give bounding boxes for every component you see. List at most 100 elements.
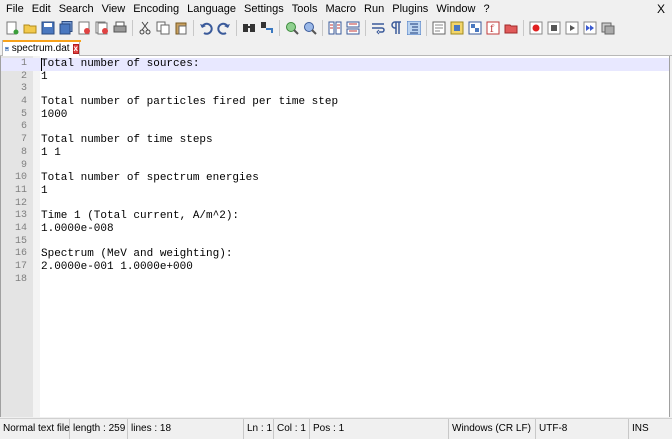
show-all-characters-button[interactable] [388,20,404,36]
open-file-button[interactable] [22,20,38,36]
status-col: Col : 1 [274,419,310,439]
editor-line[interactable]: 17 2.0000e-001 1.0000e+000 [1,261,669,274]
tab-spectrum-dat[interactable]: spectrum.dat x [2,40,81,56]
print-icon [113,21,127,33]
close-icon [78,21,90,35]
run-macro-multiple-icon [583,21,597,35]
word-wrap-button[interactable] [370,20,386,36]
status-insert-mode[interactable]: INS [629,419,672,439]
toolbar-separator [236,20,237,36]
toolbar-separator [193,20,194,36]
open-file-icon [23,24,37,34]
user-language-icon [432,21,446,35]
redo-button[interactable] [216,20,232,36]
line-number: 10 [14,172,27,184]
editor-line[interactable]: 9 [1,160,669,173]
find-button[interactable] [241,20,257,36]
monitoring-button[interactable] [503,20,519,36]
copy-button[interactable] [155,20,171,36]
tab-close-button[interactable]: x [72,43,79,54]
save-all-button[interactable] [58,20,74,36]
editor-line[interactable]: 4 Total number of particles fired per tim… [1,96,669,109]
save-macro-icon [601,22,615,35]
line-number: 15 [14,235,27,247]
sync-vertical-icon [328,21,342,35]
save-macro-button[interactable] [600,20,616,36]
status-file-type: Normal text file [0,419,70,439]
sync-horizontal-icon [346,21,360,35]
new-file-button[interactable] [4,20,20,36]
editor-line[interactable]: 16 Spectrum (MeV and weighting): [1,248,669,261]
close-all-icon [95,21,108,35]
playback-macro-button[interactable] [564,20,580,36]
monitoring-icon [504,24,518,34]
function-list-button[interactable] [467,20,483,36]
playback-macro-icon [565,21,579,35]
paste-button[interactable] [173,20,189,36]
status-pos: Pos : 1 [310,419,449,439]
close-window-button[interactable]: X [657,1,665,18]
toolbar-separator [132,20,133,36]
line-number: 1 [20,58,27,69]
function-list-icon [468,21,482,35]
close-all-button[interactable] [94,20,110,36]
zoom-out-button[interactable] [302,20,318,36]
record-macro-button[interactable] [528,20,544,36]
status-eol[interactable]: Windows (CR LF) [449,419,536,439]
editor-line[interactable]: 18 [1,274,669,287]
editor-line[interactable]: 13 Time 1 (Total current, A/m^2): [1,210,669,223]
editor-line[interactable]: 7 Total number of time steps [1,134,669,147]
sync-horizontal-button[interactable] [345,20,361,36]
run-macro-multiple-button[interactable] [582,20,598,36]
stop-recording-button[interactable] [546,20,562,36]
save-icon [41,21,55,35]
line-number: 9 [20,159,27,171]
line-text: 1.0000e-008 [41,222,114,235]
undo-icon [200,22,213,35]
file-saved-icon [5,46,9,51]
line-text: 1000 [41,108,68,121]
close-button[interactable] [76,20,92,36]
record-macro-icon [529,21,543,35]
user-language-button[interactable] [431,20,447,36]
toolbar-separator [426,20,427,36]
cut-button[interactable] [137,20,153,36]
word-wrap-icon [372,23,385,35]
document-map-button[interactable] [449,20,465,36]
active-tab-indicator [3,40,81,42]
line-text: Total number of time steps [41,134,213,147]
line-text: 1 [41,184,48,197]
editor-line[interactable]: 1 Total number of sources: [1,58,669,71]
editor-line[interactable]: 21 [1,71,669,84]
save-all-icon [59,21,73,35]
editor-line[interactable]: 10 Total number of spectrum energies [1,172,669,185]
editor-line[interactable]: 15 [1,236,669,249]
zoom-in-button[interactable] [284,20,300,36]
indent-guide-button[interactable] [406,20,422,36]
editor-line[interactable]: 8 1 1 [1,147,669,160]
editor-line[interactable]: 11 1 [1,185,669,198]
sync-vertical-button[interactable] [327,20,343,36]
line-number: 11 [14,184,27,196]
replace-button[interactable] [259,20,275,36]
line-text: 1 1 [41,146,61,159]
editor-line[interactable]: 5 1000 [1,109,669,122]
line-number: 17 [14,261,27,272]
line-text: Time 1 (Total current, A/m^2): [41,210,240,223]
editor[interactable]: 1 Total number of sources: 2 1 3 4 Total numbe… [0,56,670,417]
line-number: 4 [20,96,27,108]
save-button[interactable] [40,20,56,36]
paste-icon [175,22,187,35]
folder-as-workspace-button[interactable]: f [485,20,501,36]
editor-line[interactable]: 3 [1,83,669,96]
line-number: 16 [14,248,27,260]
print-button[interactable] [112,20,128,36]
editor-line[interactable]: 6 [1,121,669,134]
editor-line[interactable]: 12 [1,198,669,211]
undo-button[interactable] [198,20,214,36]
status-encoding[interactable]: UTF-8 [536,419,629,439]
line-number: 18 [14,273,27,285]
editor-line[interactable]: 14 1.0000e-008 [1,223,669,236]
line-number: 6 [20,121,27,133]
toolbar-separator [322,20,323,36]
